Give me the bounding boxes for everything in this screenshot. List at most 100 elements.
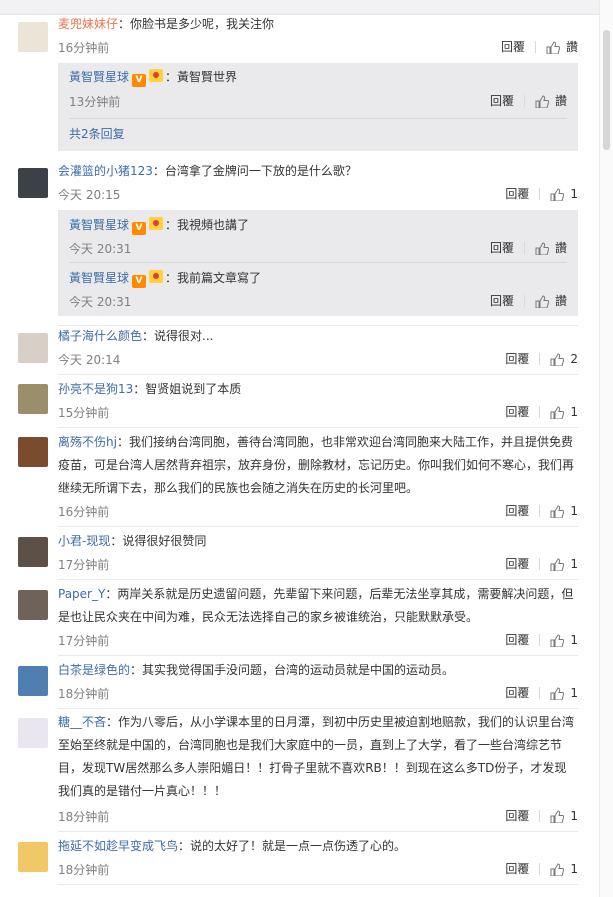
- reply-username[interactable]: 黃智賢星球: [69, 271, 129, 285]
- avatar[interactable]: [18, 22, 48, 52]
- thumbs-up-icon: [535, 295, 549, 308]
- scrollbar-thumb[interactable]: [603, 30, 610, 150]
- member-badge-icon: [149, 217, 164, 230]
- like-count: 1: [570, 404, 578, 419]
- avatar[interactable]: [18, 666, 48, 696]
- separator: [539, 504, 541, 517]
- scrollbar[interactable]: [599, 0, 613, 897]
- separator: [539, 686, 541, 699]
- comment-actions: 回覆 讚: [501, 38, 578, 55]
- reply-button[interactable]: 回覆: [490, 239, 514, 256]
- comment-username[interactable]: 白茶是绿色的: [58, 663, 130, 677]
- like-button[interactable]: 讚: [535, 292, 567, 309]
- like-count: 2: [570, 351, 578, 366]
- reply-button[interactable]: 回覆: [505, 185, 529, 202]
- reply-button[interactable]: 回覆: [505, 860, 529, 877]
- comment-actions: 回覆 1: [505, 502, 578, 519]
- comment-actions: 回覆 1: [505, 684, 578, 701]
- like-count: 1: [570, 632, 578, 647]
- separator: [539, 557, 541, 570]
- thumbs-up-icon: [550, 504, 565, 518]
- member-badge-icon: [149, 69, 164, 82]
- reply-button[interactable]: 回覆: [505, 350, 529, 367]
- avatar[interactable]: [18, 333, 48, 363]
- comment-actions: 回覆 1: [505, 860, 578, 877]
- comment-text: 孙亮不是狗13：智贤姐说到了本质: [58, 378, 241, 401]
- reply-username[interactable]: 黃智賢星球: [69, 70, 129, 84]
- comment-time: 15分钟前: [58, 406, 110, 420]
- thumbs-up-icon: [550, 187, 565, 201]
- like-count: 1: [570, 556, 578, 571]
- thumbs-up-icon: [550, 405, 565, 419]
- like-button[interactable]: 1: [550, 633, 578, 647]
- reply-body: ：我視頻也講了: [165, 218, 250, 232]
- reply-button[interactable]: 回覆: [505, 684, 529, 701]
- comment-username[interactable]: 麦兜妹妹仔: [58, 17, 118, 31]
- like-button[interactable]: 1: [550, 405, 578, 419]
- comment-text: 会灌篮的小猪123：台湾拿了金牌问一下放的是什么歌？: [58, 160, 357, 183]
- like-button[interactable]: 1: [550, 504, 578, 518]
- avatar[interactable]: [18, 718, 48, 748]
- comment-text: 白茶是绿色的：其实我觉得国手没问题，台湾的运动员就是中国的运动员。: [58, 659, 454, 682]
- reply-button[interactable]: 回覆: [490, 292, 514, 309]
- comment-username[interactable]: Paper_Y: [58, 587, 105, 601]
- like-button[interactable]: 1: [550, 809, 578, 823]
- reply-button[interactable]: 回覆: [505, 807, 529, 824]
- like-count: 1: [570, 186, 578, 201]
- reply-actions: 回覆 讚: [490, 239, 567, 256]
- divider: [58, 579, 578, 580]
- comment-time: 18分钟前: [58, 810, 110, 824]
- comment-time: 今天 20:14: [58, 353, 121, 367]
- avatar[interactable]: [18, 437, 48, 467]
- view-more-replies-link[interactable]: 共2条回复: [69, 125, 125, 142]
- reply-time: 13分钟前: [69, 95, 121, 109]
- reply-button[interactable]: 回覆: [490, 92, 514, 109]
- like-button[interactable]: 讚: [535, 92, 567, 109]
- like-button[interactable]: 1: [550, 862, 578, 876]
- divider: [58, 526, 578, 527]
- comment-username[interactable]: 小君-现现: [58, 534, 110, 548]
- like-button[interactable]: 1: [550, 187, 578, 201]
- like-button[interactable]: 1: [550, 557, 578, 571]
- like-button[interactable]: 讚: [546, 38, 578, 55]
- comment-username[interactable]: 橘子海什么颜色: [58, 329, 142, 343]
- comment-username[interactable]: 拖延不如趁早变成飞鸟: [58, 839, 178, 853]
- like-button[interactable]: 2: [550, 352, 578, 366]
- thumbs-up-icon: [550, 557, 565, 571]
- avatar[interactable]: [18, 590, 48, 620]
- reply-block: 黃智賢星球 V ：黃智賢世界 13分钟前 回覆 讚 共2条回复: [58, 63, 578, 151]
- divider: [58, 831, 578, 832]
- comment-username[interactable]: 糖__不吝: [58, 715, 106, 729]
- like-label: 讚: [554, 94, 567, 108]
- reply-username[interactable]: 黃智賢星球: [69, 218, 129, 232]
- like-count: 1: [570, 861, 578, 876]
- comment-body: ：你脸书是多少呢，我关注你: [118, 17, 275, 31]
- thumbs-up-icon: [535, 95, 549, 108]
- like-count: 1: [570, 685, 578, 700]
- avatar[interactable]: [18, 168, 48, 198]
- comment-actions: 回覆 1: [505, 185, 578, 202]
- comment-text: 小君-现现：说得很好很赞同: [58, 530, 206, 553]
- thumbs-up-icon: [550, 352, 565, 366]
- like-button[interactable]: 1: [550, 686, 578, 700]
- avatar[interactable]: [18, 537, 48, 567]
- divider: [58, 374, 578, 375]
- reply-button[interactable]: 回覆: [505, 631, 529, 648]
- comment-username[interactable]: 会灌篮的小猪123: [58, 164, 153, 178]
- reply-button[interactable]: 回覆: [505, 555, 529, 572]
- like-button[interactable]: 讚: [535, 239, 567, 256]
- comment-body: ：说得很对...: [142, 329, 214, 343]
- avatar[interactable]: [18, 384, 48, 414]
- thumbs-up-icon: [550, 633, 565, 647]
- verified-badge-icon: V: [132, 222, 147, 235]
- reply-button[interactable]: 回覆: [505, 502, 529, 519]
- thumbs-up-icon: [550, 862, 565, 876]
- avatar[interactable]: [18, 842, 48, 872]
- reply-button[interactable]: 回覆: [501, 38, 525, 55]
- comment-username[interactable]: 孙亮不是狗13: [58, 382, 133, 396]
- comment-text: 橘子海什么颜色：说得很对...: [58, 325, 213, 348]
- comment-username[interactable]: 离殇不伤hj: [58, 435, 117, 449]
- reply-button[interactable]: 回覆: [505, 403, 529, 420]
- comment-actions: 回覆 1: [505, 555, 578, 572]
- reply-time: 今天 20:31: [69, 242, 132, 256]
